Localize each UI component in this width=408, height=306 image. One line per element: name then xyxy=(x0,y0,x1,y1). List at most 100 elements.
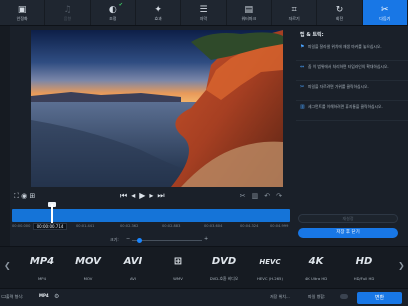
tick-label: 00:02.883 xyxy=(162,224,181,228)
tick-label: 00:00.000 xyxy=(12,224,31,228)
format-hevc[interactable]: HEVC HEVC (H.265) xyxy=(254,251,286,285)
tip-item: ⇔ 줌 이 범위에서 처리하면 타임라인의 확대하십시오. xyxy=(296,61,408,81)
playback-buttons[interactable]: ⏮◂▶▸⏭ xyxy=(120,191,169,201)
format-logo: DVD xyxy=(211,256,237,267)
playhead-line[interactable] xyxy=(51,204,53,224)
format-caption: HEVC (H.265) xyxy=(257,276,283,281)
zoom-out-icon[interactable]: − xyxy=(126,236,130,242)
format-logo: HD xyxy=(355,256,373,267)
tool-effects[interactable]: ✦ 효과 xyxy=(136,0,182,25)
tip-text: 파일을 자르려면 가위를 클릭하십시오. xyxy=(308,84,369,89)
zoom-in-icon[interactable]: + xyxy=(204,236,208,242)
convert-button[interactable]: 변환 xyxy=(357,292,402,304)
gear-icon[interactable]: ⚙ xyxy=(54,293,59,300)
merge-toggle[interactable] xyxy=(340,294,348,299)
format-caption: HD/Full HD xyxy=(353,276,375,281)
trim-icon: ✂ xyxy=(381,4,389,15)
windows-icon: ⊞ xyxy=(173,256,183,267)
format-caption: WMV xyxy=(173,276,183,281)
tip-item: ⚑ 파일을 잘라낼 위치에 재생 마커를 놓으십시오. xyxy=(296,41,408,61)
current-time-field[interactable]: 00:00:00.714 xyxy=(33,223,67,230)
save-and-close-button[interactable]: 저장 후 닫기 xyxy=(298,228,398,238)
output-format-label: 출력 형식: xyxy=(6,294,24,299)
zoom-slider-knob[interactable] xyxy=(137,238,142,243)
rotate-icon: ↻ xyxy=(335,4,344,15)
tips-panel: 팁 & 트릭: ⚑ 파일을 잘라낼 위치에 재생 마커를 놓으십시오. ⇔ 줌 이 … xyxy=(296,28,408,206)
format-strip: ❮ MP4 MP4 MOV MOV AVI AVI ⊞ WMV DVD DVD-호환 비디… xyxy=(0,246,408,288)
adjust-icon: ◐ xyxy=(108,4,117,15)
tick-label: 00:04.999 xyxy=(270,224,289,228)
tool-stabilize[interactable]: ▣ 안정화 xyxy=(0,0,46,25)
format-caption: MOV xyxy=(83,276,93,281)
tool-crop[interactable]: ⌗ 자르기 xyxy=(272,0,318,25)
effects-icon: ✦ xyxy=(154,4,162,15)
scale-label: 크기: xyxy=(110,237,119,242)
crop-icon: ⌗ xyxy=(291,4,297,15)
format-dvd[interactable]: DVD DVD-호환 비디오 xyxy=(208,251,240,285)
chevron-left-icon[interactable]: ❮ xyxy=(4,261,11,270)
subtitles-icon: ☰ xyxy=(199,4,208,15)
timeline-track[interactable] xyxy=(12,209,290,222)
tool-label: 조정 xyxy=(109,15,117,21)
tool-label: 효과 xyxy=(154,15,162,21)
tick-label: 00:02.362 xyxy=(120,224,139,228)
tool-label: 워터마크 xyxy=(241,15,257,21)
format-logo: MOV xyxy=(75,256,101,267)
edit-icons[interactable]: ✂▥↶↷ xyxy=(240,192,288,200)
stabilize-icon: ▣ xyxy=(17,4,27,15)
bottom-bar: ▭ 출력 형식: MP4 ⚙ 저장 위치... 파일 병합: 변환 xyxy=(0,288,408,306)
format-logo: 4K xyxy=(308,256,324,267)
scissors-icon: ✂ xyxy=(300,84,305,90)
tick-label: 00:01.441 xyxy=(76,224,95,228)
tip-text: 파일을 잘라낼 위치에 재생 마커를 놓으십시오. xyxy=(308,44,382,49)
tick-label: 00:03.604 xyxy=(204,224,223,228)
format-caption: MP4 xyxy=(38,276,46,281)
output-format-value[interactable]: MP4 xyxy=(39,293,49,298)
format-4k[interactable]: 4K 4K Ultra HD xyxy=(300,251,332,285)
format-logo: MP4 xyxy=(29,256,55,267)
tool-label: 자막 xyxy=(199,15,208,21)
marker-icon: ⚑ xyxy=(300,44,305,50)
watermark-icon: ▤ xyxy=(244,4,254,15)
tool-watermark[interactable]: ▤ 워터마크 xyxy=(227,0,272,25)
snapshot-icons[interactable]: ⛶ ◉ ⊞ xyxy=(14,192,35,201)
tip-text: 줌 이 범위에서 처리하면 타임라인의 확대하십시오. xyxy=(308,64,389,69)
audio-icon: ♫ xyxy=(63,4,72,15)
reset-button[interactable]: 재설정 xyxy=(298,214,398,223)
tool-label: 음향 xyxy=(63,15,72,21)
save-location[interactable]: 저장 위치... xyxy=(270,294,290,300)
format-caption: DVD-호환 비디오 xyxy=(209,276,239,281)
tool-label: 자르기 xyxy=(288,15,300,21)
tool-audio[interactable]: ♫ 음향 xyxy=(45,0,91,25)
tool-subtitles[interactable]: ☰ 자막 xyxy=(181,0,227,25)
format-mov[interactable]: MOV MOV xyxy=(72,251,104,285)
tick-label: 00:04.324 xyxy=(240,224,259,228)
format-wmv[interactable]: ⊞ WMV xyxy=(162,251,194,285)
check-icon: ✔ xyxy=(118,2,123,8)
merge-files-label: 파일 병합: xyxy=(308,294,326,299)
tool-rotate[interactable]: ↻ 회전 xyxy=(317,0,363,25)
format-avi[interactable]: AVI AVI xyxy=(117,251,149,285)
tip-item: ✂ 파일을 자르려면 가위를 클릭하십시오. xyxy=(296,81,408,101)
format-logo: HEVC xyxy=(259,258,281,266)
tip-item: ▥ 세그먼트를 이해하려면 휴지통을 클릭하십시오. xyxy=(296,101,408,121)
app-window: ▣ 안정화 ♫ 음향 ✔ ◐ 조정 ✦ 효과 ☰ 자막 ▤ 워터마크 ⌗ 자르기 ↻ 회전 ✂ 다듬… xyxy=(0,0,408,306)
format-hd[interactable]: HD HD/Full HD xyxy=(348,251,380,285)
zoom-scale: 크기: − + xyxy=(110,236,220,244)
format-logo: AVI xyxy=(123,256,143,267)
left-sidebar-strip xyxy=(0,26,10,246)
video-preview xyxy=(31,30,283,187)
tips-title: 팁 & 트릭: xyxy=(300,32,324,38)
format-caption: AVI xyxy=(129,276,137,281)
chevron-right-icon[interactable]: ❯ xyxy=(398,261,405,270)
format-mp4[interactable]: MP4 MP4 xyxy=(26,251,58,285)
tool-label: 다듬기 xyxy=(379,15,391,21)
tool-adjust[interactable]: ✔ ◐ 조정 xyxy=(91,0,136,25)
preview-frame xyxy=(31,30,283,187)
zoom-slider-track[interactable] xyxy=(132,240,202,241)
tool-trim[interactable]: ✂ 다듬기 xyxy=(362,0,408,25)
zoom-icon: ⇔ xyxy=(300,64,305,70)
tip-text: 세그먼트를 이해하려면 휴지통을 클릭하십시오. xyxy=(308,104,383,109)
trash-icon: ▥ xyxy=(300,104,305,110)
tool-label: 회전 xyxy=(335,15,344,21)
